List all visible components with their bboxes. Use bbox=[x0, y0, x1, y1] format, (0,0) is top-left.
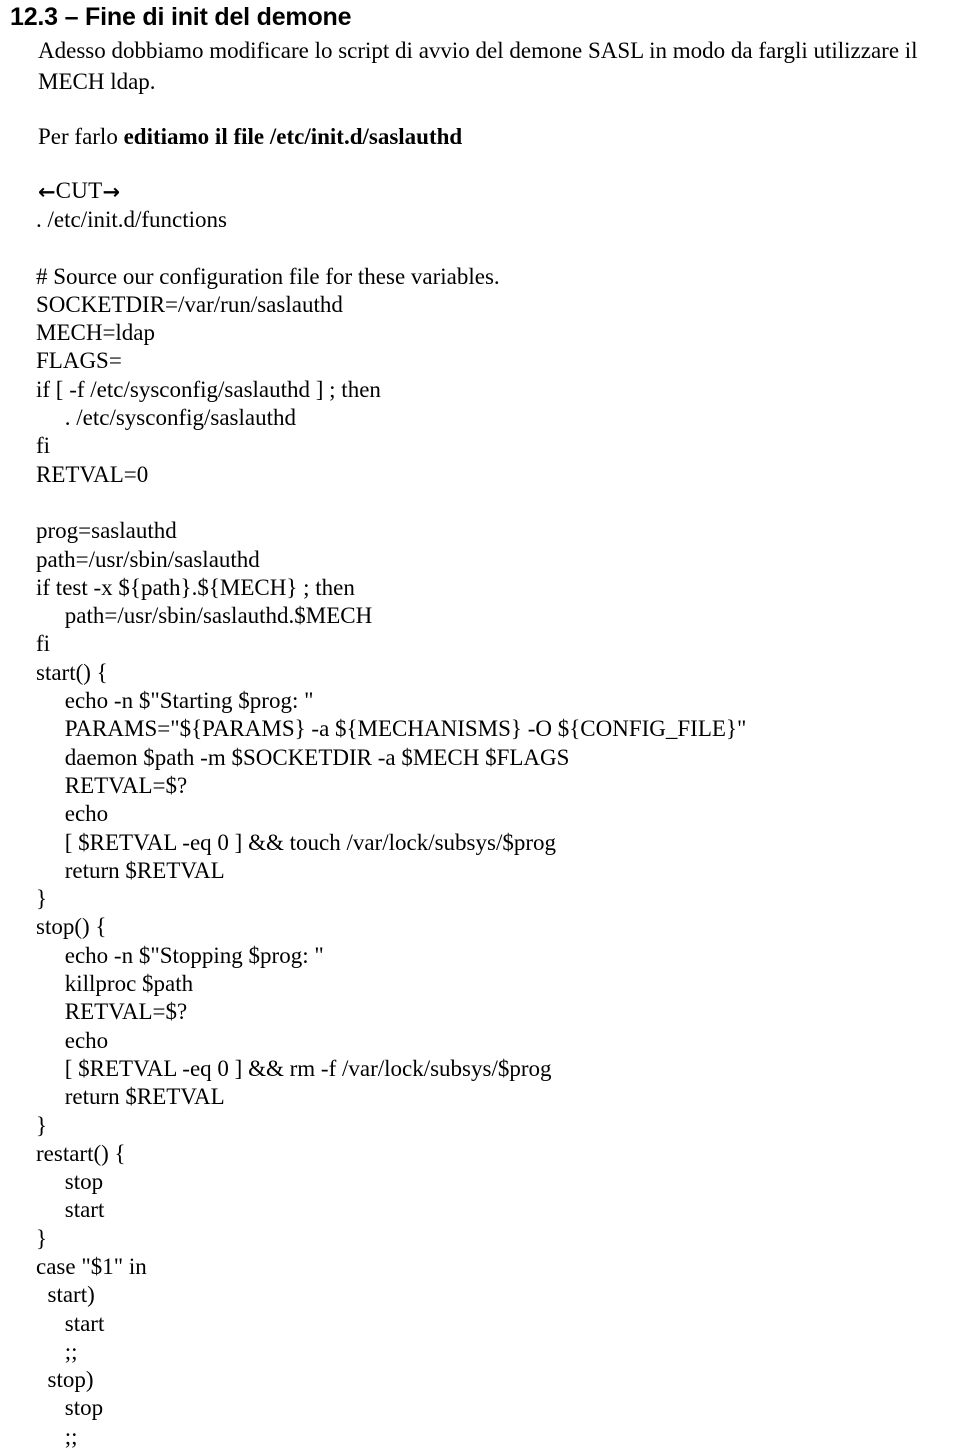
init-script-code-block: . /etc/init.d/functions # Source our con… bbox=[0, 206, 960, 1451]
left-arrow-icon: ← bbox=[38, 180, 56, 204]
code-line: } bbox=[36, 886, 48, 912]
code-line: stop() { bbox=[36, 914, 107, 940]
code-line: prog=saslauthd bbox=[36, 518, 177, 544]
instruction-prefix-text: Per farlo bbox=[38, 124, 124, 149]
code-line: return $RETVAL bbox=[36, 857, 225, 883]
code-line: . /etc/sysconfig/saslauthd bbox=[36, 405, 296, 431]
instruction-file-path: editiamo il file /etc/init.d/saslauthd bbox=[123, 124, 463, 149]
code-line: path=/usr/sbin/saslauthd.$MECH bbox=[36, 603, 373, 629]
code-line: RETVAL=$? bbox=[36, 999, 188, 1025]
right-arrow-icon: → bbox=[102, 180, 121, 204]
code-line: start bbox=[36, 1310, 105, 1336]
code-line: # Source our configuration file for thes… bbox=[36, 263, 500, 289]
cut-label: CUT bbox=[55, 178, 103, 203]
instruction-paragraph: Per farlo editiamo il file /etc/init.d/s… bbox=[0, 97, 960, 152]
code-line: fi bbox=[36, 631, 51, 657]
code-line: SOCKETDIR=/var/run/saslauthd bbox=[36, 291, 343, 317]
code-line: [ $RETVAL -eq 0 ] && touch /var/lock/sub… bbox=[36, 829, 556, 855]
code-line: restart() { bbox=[36, 1140, 126, 1166]
code-line: ;; bbox=[36, 1423, 78, 1449]
code-line: return $RETVAL bbox=[36, 1084, 225, 1110]
code-line: RETVAL=$? bbox=[36, 772, 188, 798]
code-line: path=/usr/sbin/saslauthd bbox=[36, 546, 260, 572]
page-title: 12.3 – Fine di init del demone bbox=[10, 3, 352, 31]
code-line: [ $RETVAL -eq 0 ] && rm -f /var/lock/sub… bbox=[36, 1055, 552, 1081]
code-line: MECH=ldap bbox=[36, 320, 156, 346]
code-line: stop bbox=[36, 1169, 104, 1195]
code-line: echo -n $"Stopping $prog: " bbox=[36, 942, 324, 968]
code-line: fi bbox=[36, 433, 51, 459]
code-line: ;; bbox=[36, 1338, 78, 1364]
code-line: PARAMS="${PARAMS} -a ${MECHANISMS} -O ${… bbox=[36, 716, 747, 742]
cut-marker: ←CUT→ bbox=[0, 152, 960, 206]
code-line: case "$1" in bbox=[36, 1253, 147, 1279]
code-line: killproc $path bbox=[36, 971, 194, 997]
code-line: start() { bbox=[36, 659, 108, 685]
code-line: if test -x ${path}.${MECH} ; then bbox=[36, 574, 355, 600]
code-line: start bbox=[36, 1197, 105, 1223]
document-page: 12.3 – Fine di init del demone Adesso do… bbox=[0, 0, 960, 1449]
code-line: } bbox=[36, 1112, 48, 1138]
code-line: stop) bbox=[36, 1367, 94, 1393]
code-line: if [ -f /etc/sysconfig/saslauthd ] ; the… bbox=[36, 376, 381, 402]
code-line: start) bbox=[36, 1282, 95, 1308]
code-line: daemon $path -m $SOCKETDIR -a $MECH $FLA… bbox=[36, 744, 570, 770]
code-line: echo bbox=[36, 801, 109, 827]
intro-paragraph: Adesso dobbiamo modificare lo script di … bbox=[38, 38, 918, 94]
code-line: } bbox=[36, 1225, 48, 1251]
code-line: RETVAL=0 bbox=[36, 461, 149, 487]
code-line: echo -n $"Starting $prog: " bbox=[36, 688, 314, 714]
code-line: FLAGS= bbox=[36, 348, 122, 374]
code-line: . /etc/init.d/functions bbox=[36, 207, 227, 232]
code-line: echo bbox=[36, 1027, 109, 1053]
